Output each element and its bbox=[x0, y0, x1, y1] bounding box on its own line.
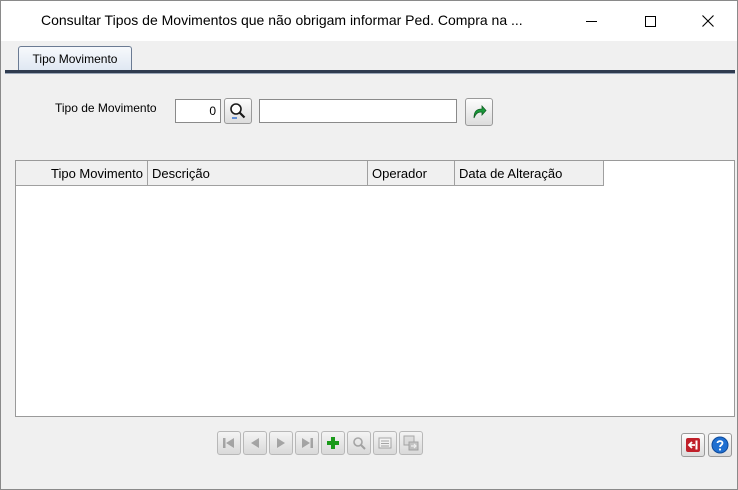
exit-button[interactable] bbox=[681, 433, 705, 457]
list-icon bbox=[378, 437, 392, 449]
title-bar: Consultar Tipos de Movimentos que não ob… bbox=[1, 1, 737, 41]
tab-tipo-movimento[interactable]: Tipo Movimento bbox=[18, 46, 132, 71]
export-icon bbox=[403, 435, 419, 451]
maximize-icon bbox=[644, 15, 656, 27]
tipo-movimento-description-field[interactable] bbox=[259, 99, 457, 123]
lookup-button[interactable] bbox=[224, 98, 252, 124]
maximize-button[interactable] bbox=[627, 1, 673, 41]
exit-icon bbox=[686, 438, 700, 452]
plus-icon bbox=[327, 437, 339, 449]
tipo-movimento-label: Tipo de Movimento bbox=[55, 101, 157, 115]
column-header-descricao[interactable]: Descrição bbox=[148, 161, 368, 186]
search-icon bbox=[353, 437, 366, 450]
first-icon bbox=[223, 438, 234, 448]
results-grid[interactable]: Tipo Movimento Descrição Operador Data d… bbox=[15, 160, 735, 417]
minimize-icon bbox=[585, 20, 597, 22]
last-record-button[interactable] bbox=[295, 431, 319, 455]
tipo-movimento-code-input[interactable]: 0 bbox=[175, 99, 221, 123]
close-icon bbox=[702, 15, 714, 27]
grid-header: Tipo Movimento Descrição Operador Data d… bbox=[16, 161, 604, 186]
execute-button[interactable] bbox=[465, 98, 493, 126]
tab-label: Tipo Movimento bbox=[32, 52, 118, 66]
first-record-button[interactable] bbox=[217, 431, 241, 455]
window-title: Consultar Tipos de Movimentos que não ob… bbox=[41, 12, 523, 28]
add-record-button[interactable] bbox=[321, 431, 345, 455]
minimize-button[interactable] bbox=[568, 1, 614, 41]
list-record-button[interactable] bbox=[373, 431, 397, 455]
tab-divider-light bbox=[5, 73, 735, 74]
search-icon bbox=[230, 103, 246, 119]
column-header-operador[interactable]: Operador bbox=[368, 161, 455, 186]
main-window: Consultar Tipos de Movimentos que não ob… bbox=[0, 0, 738, 490]
help-button[interactable] bbox=[708, 433, 732, 457]
record-navigator bbox=[217, 431, 423, 455]
close-button[interactable] bbox=[685, 1, 731, 41]
search-record-button[interactable] bbox=[347, 431, 371, 455]
column-header-tipo-movimento[interactable]: Tipo Movimento bbox=[16, 161, 148, 186]
next-record-button[interactable] bbox=[269, 431, 293, 455]
prior-record-button[interactable] bbox=[243, 431, 267, 455]
next-icon bbox=[277, 438, 285, 448]
forward-arrow-icon bbox=[473, 104, 487, 119]
prior-icon bbox=[251, 438, 259, 448]
help-icon bbox=[711, 436, 729, 454]
last-icon bbox=[302, 438, 313, 448]
export-record-button[interactable] bbox=[399, 431, 423, 455]
column-header-data-alteracao[interactable]: Data de Alteração bbox=[455, 161, 604, 186]
